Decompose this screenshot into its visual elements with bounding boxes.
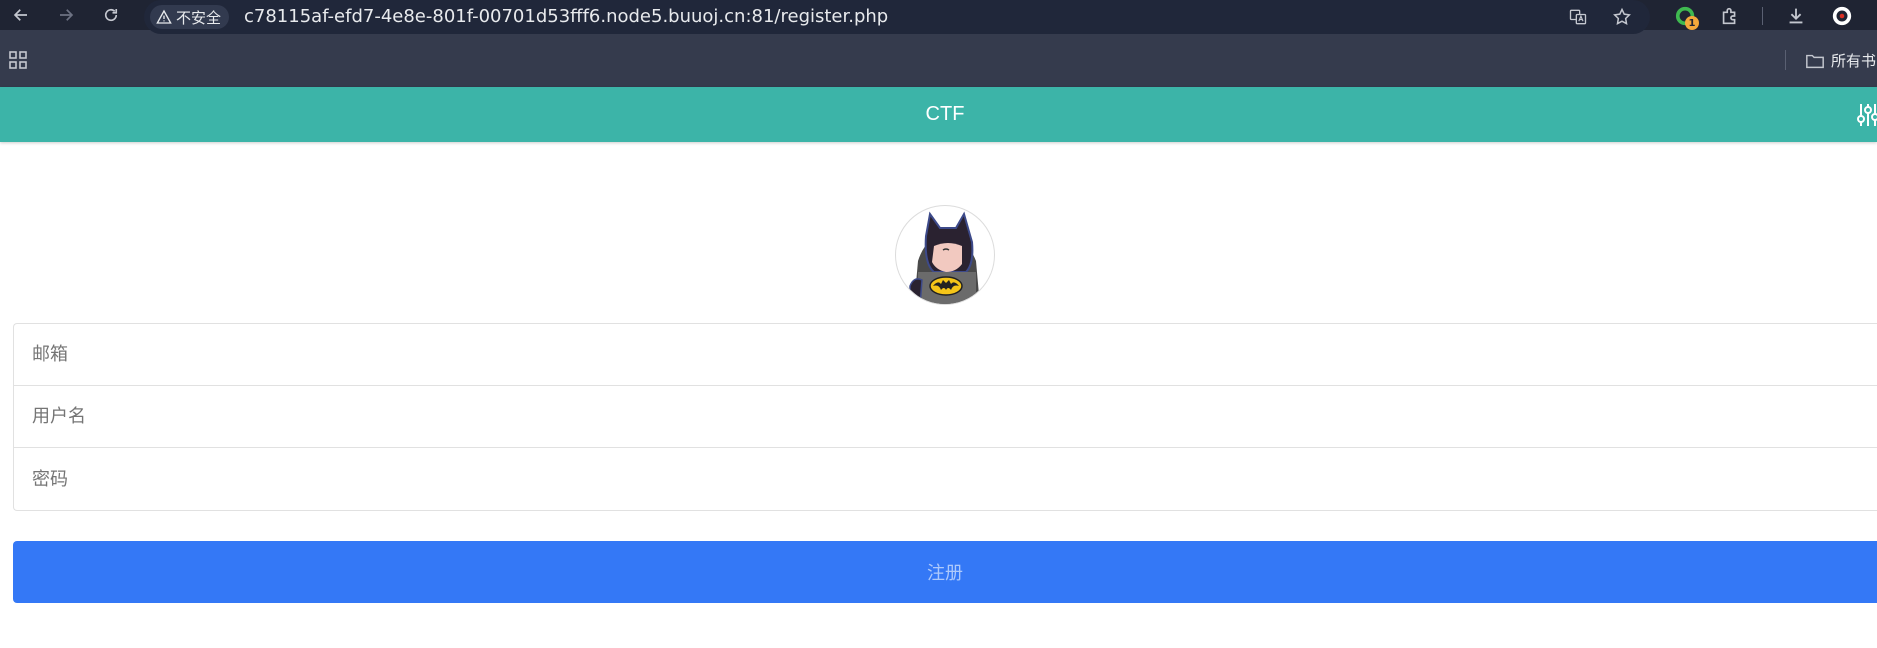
extension-badge: 1 bbox=[1685, 16, 1699, 30]
browser-chrome: 不安全 c78115af-efd7-4e8e-801f-00701d53fff6… bbox=[0, 0, 1877, 87]
app-header: CTF bbox=[0, 87, 1877, 142]
profile-button[interactable] bbox=[1827, 2, 1857, 30]
translate-icon bbox=[1569, 9, 1587, 25]
back-button[interactable] bbox=[8, 2, 34, 28]
warning-icon bbox=[156, 9, 172, 24]
password-field[interactable] bbox=[14, 448, 1877, 510]
security-chip[interactable]: 不安全 bbox=[150, 5, 230, 29]
download-icon bbox=[1789, 8, 1803, 24]
register-form bbox=[13, 323, 1877, 511]
sliders-icon[interactable] bbox=[1856, 102, 1877, 128]
bookmarks-divider bbox=[1785, 50, 1786, 70]
avatar bbox=[895, 205, 995, 305]
page-title: CTF bbox=[925, 103, 965, 125]
folder-icon bbox=[1806, 54, 1824, 68]
url-text[interactable]: c78115af-efd7-4e8e-801f-00701d53fff6.nod… bbox=[244, 5, 888, 29]
apps-grid-icon[interactable] bbox=[8, 50, 28, 70]
all-bookmarks-folder[interactable]: 所有书 bbox=[1805, 50, 1876, 71]
register-button[interactable]: 注册 bbox=[13, 541, 1877, 603]
bookmark-star-button[interactable] bbox=[1610, 5, 1634, 29]
translate-button[interactable] bbox=[1566, 5, 1590, 29]
batman-avatar-icon bbox=[909, 211, 980, 304]
extensions-menu-button[interactable] bbox=[1715, 2, 1745, 30]
reload-icon bbox=[104, 8, 118, 22]
browser-toolbar: 不安全 c78115af-efd7-4e8e-801f-00701d53fff6… bbox=[0, 0, 1877, 34]
username-row bbox=[14, 386, 1877, 448]
star-icon bbox=[1613, 7, 1631, 25]
address-bar[interactable]: 不安全 c78115af-efd7-4e8e-801f-00701d53fff6… bbox=[144, 0, 1650, 34]
reload-button[interactable] bbox=[98, 2, 124, 28]
profile-icon bbox=[1832, 6, 1852, 26]
email-field[interactable] bbox=[14, 324, 1877, 385]
arrow-right-icon bbox=[60, 9, 74, 21]
bookmarks-bar: 所有书 bbox=[0, 44, 1877, 74]
downloads-button[interactable] bbox=[1781, 2, 1811, 30]
bookmark-folder-label: 所有书 bbox=[1831, 52, 1877, 70]
username-field[interactable] bbox=[14, 386, 1877, 447]
puzzle-icon bbox=[1722, 7, 1736, 25]
forward-button[interactable] bbox=[53, 2, 79, 28]
toolbar-divider bbox=[1762, 7, 1763, 25]
arrow-left-icon bbox=[13, 9, 27, 21]
security-label: 不安全 bbox=[176, 8, 222, 27]
password-row bbox=[14, 448, 1877, 510]
extension-button[interactable]: 1 bbox=[1671, 2, 1701, 30]
email-row bbox=[14, 324, 1877, 386]
